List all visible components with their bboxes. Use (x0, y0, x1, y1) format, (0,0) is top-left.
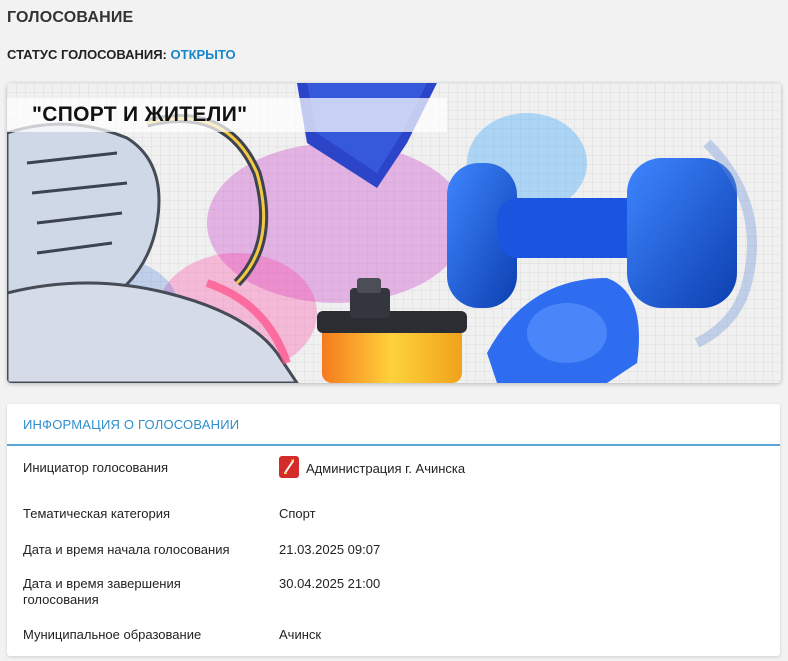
initiator-link[interactable]: Администрация г. Ачинска (306, 461, 465, 476)
page-title: ГОЛОСОВАНИЕ (7, 9, 134, 26)
info-value: 21.03.2025 09:07 (279, 542, 381, 557)
info-label: Тематическая категория (23, 506, 171, 521)
info-label: Муниципальное образование (23, 627, 202, 642)
voting-info-card: ИНФОРМАЦИЯ О ГОЛОСОВАНИИ Инициатор голос… (7, 404, 780, 656)
banner-title: "СПОРТ И ЖИТЕЛИ" (32, 103, 248, 126)
status-label: СТАТУС ГОЛОСОВАНИЯ: (7, 47, 167, 62)
info-card-header: ИНФОРМАЦИЯ О ГОЛОСОВАНИИ (7, 404, 780, 446)
info-card-title: ИНФОРМАЦИЯ О ГОЛОСОВАНИИ (23, 416, 240, 432)
info-label: Дата и время начала голосования (23, 542, 230, 557)
voting-status: СТАТУС ГОЛОСОВАНИЯ: ОТКРЫТО (7, 47, 236, 62)
info-value: Спорт (279, 506, 316, 521)
municipal-coat-of-arms-icon (279, 456, 299, 478)
info-value: 30.04.2025 21:00 (279, 576, 381, 591)
info-value: Ачинск (279, 627, 322, 642)
status-badge: ОТКРЫТО (170, 47, 236, 62)
info-label: Дата и время завершения голосования (23, 576, 181, 607)
voting-banner: "СПОРТ И ЖИТЕЛИ" (7, 83, 781, 383)
info-label: Инициатор голосования (23, 460, 169, 475)
